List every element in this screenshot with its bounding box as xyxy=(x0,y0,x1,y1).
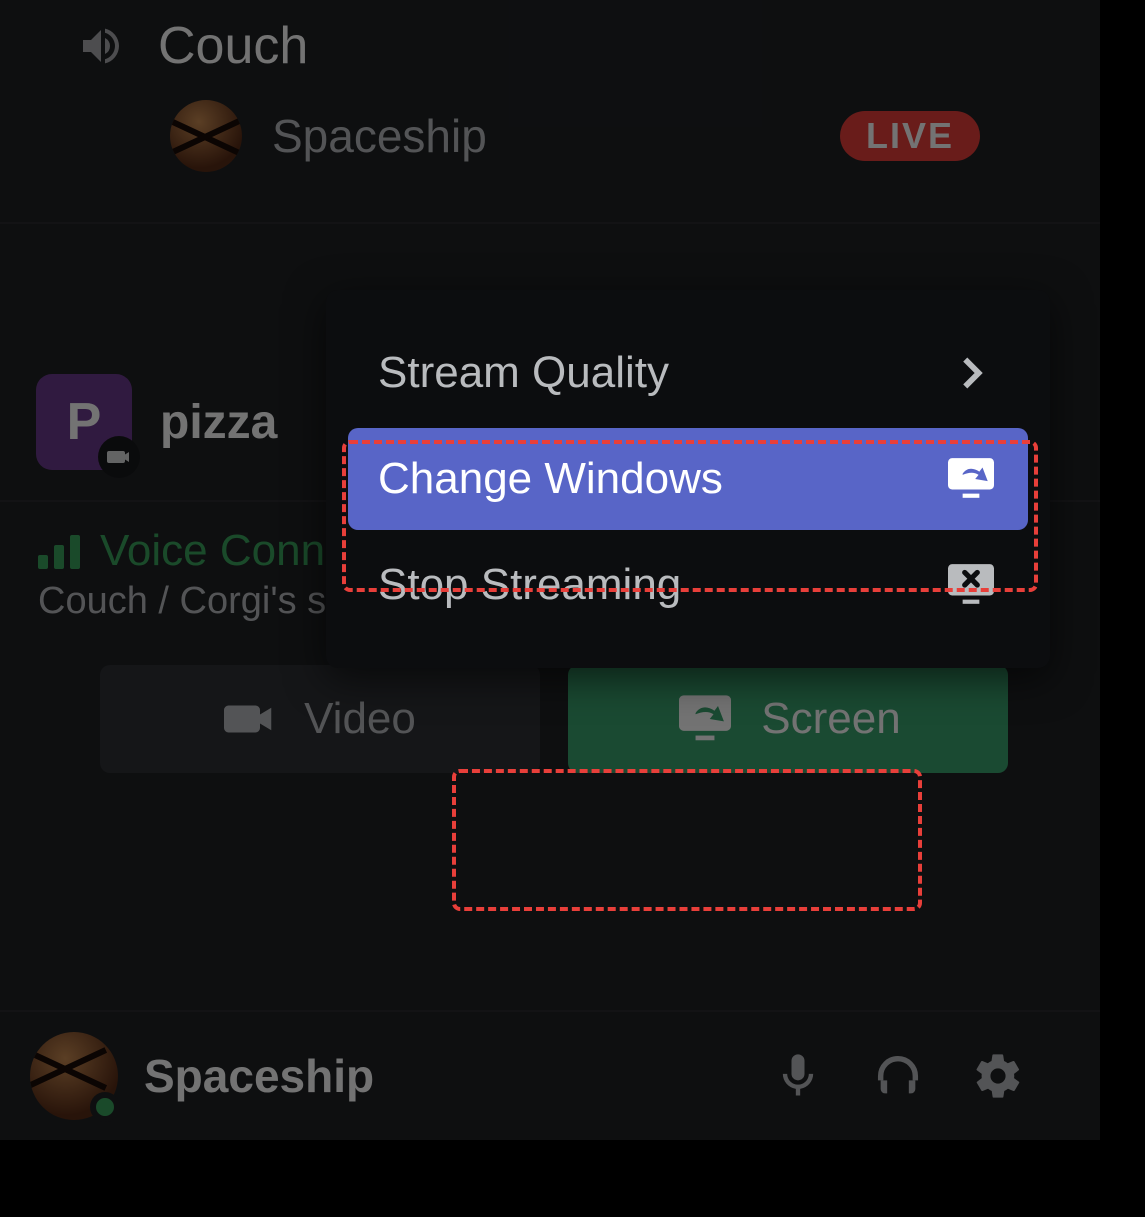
video-icon xyxy=(224,700,278,738)
voice-panel: Couch Spaceship LIVE P pizza Voice Conne… xyxy=(0,0,1100,1140)
activity-app-icon: P xyxy=(36,374,132,470)
streaming-badge-icon xyxy=(98,436,140,478)
screen-button-label: Screen xyxy=(761,694,900,744)
screen-share-icon xyxy=(944,456,998,502)
stream-context-menu: Stream Quality Change Windows Stop Strea… xyxy=(326,290,1050,668)
menu-stream-quality-label: Stream Quality xyxy=(378,348,669,398)
participant-name: Spaceship xyxy=(272,109,810,163)
menu-stop-streaming-label: Stop Streaming xyxy=(378,560,681,610)
online-status-icon xyxy=(90,1092,120,1122)
annotation-highlight xyxy=(452,769,922,911)
channel-name: Couch xyxy=(158,16,308,76)
deafen-icon[interactable] xyxy=(872,1050,924,1102)
menu-change-windows[interactable]: Change Windows xyxy=(348,428,1028,530)
chevron-right-icon xyxy=(944,350,998,396)
participant-row[interactable]: Spaceship LIVE xyxy=(0,100,1100,212)
activity-name: pizza xyxy=(160,395,277,450)
signal-icon xyxy=(38,533,80,569)
stop-stream-icon xyxy=(944,562,998,608)
menu-change-windows-label: Change Windows xyxy=(378,454,723,504)
menu-stop-streaming[interactable]: Stop Streaming xyxy=(348,534,1028,636)
mute-icon[interactable] xyxy=(772,1050,824,1102)
video-button-label: Video xyxy=(304,694,416,744)
user-footer: Spaceship xyxy=(0,1010,1100,1140)
user-avatar[interactable] xyxy=(30,1032,118,1120)
live-badge: LIVE xyxy=(840,111,980,161)
menu-stream-quality[interactable]: Stream Quality xyxy=(348,322,1028,424)
video-button[interactable]: Video xyxy=(100,665,540,773)
footer-actions xyxy=(772,1050,1024,1102)
settings-icon[interactable] xyxy=(972,1050,1024,1102)
screen-share-icon xyxy=(675,693,735,745)
voice-channel-header[interactable]: Couch xyxy=(0,0,1100,100)
avatar xyxy=(170,100,242,172)
screen-button[interactable]: Screen xyxy=(568,665,1008,773)
activity-icon-letter: P xyxy=(67,392,102,452)
user-name: Spaceship xyxy=(144,1049,746,1103)
speaker-icon xyxy=(70,22,132,70)
